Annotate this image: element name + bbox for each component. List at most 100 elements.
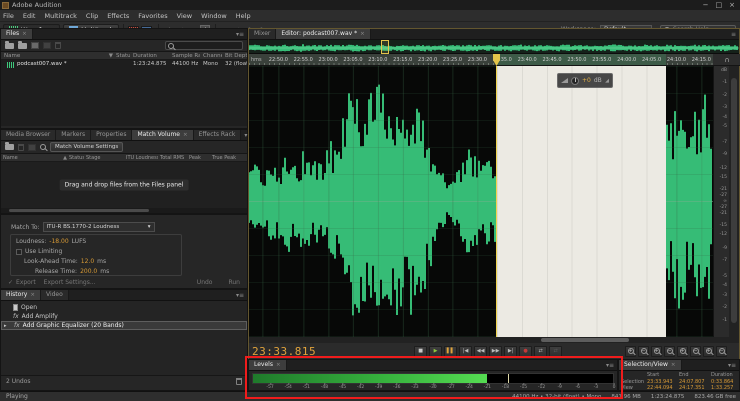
- waveform-selection[interactable]: [497, 66, 665, 337]
- close-icon[interactable]: ×: [183, 130, 188, 140]
- lookahead-value[interactable]: 12.0: [81, 258, 94, 265]
- scrollbar-thumb[interactable]: [541, 338, 629, 342]
- insert-into-multitrack-icon[interactable]: [43, 42, 51, 49]
- skip-to-start-button[interactable]: |◀: [459, 346, 472, 357]
- close-icon[interactable]: ×: [30, 290, 35, 300]
- run-button[interactable]: Run: [228, 279, 240, 286]
- match-column-header[interactable]: ITU Loudness: [124, 154, 158, 161]
- menu-edit[interactable]: Edit: [23, 12, 36, 20]
- export-check-icon[interactable]: ✓: [8, 279, 13, 286]
- tab-video[interactable]: Video: [41, 290, 69, 300]
- zoom-in-horizontal-button[interactable]: +: [651, 346, 662, 357]
- files-column-header[interactable]: Sample Rate: [169, 52, 200, 59]
- hud-pin-icon[interactable]: ◢: [605, 78, 609, 84]
- tab-mixer[interactable]: Mixer: [249, 29, 276, 39]
- zoom-in-vertical-button[interactable]: +: [677, 346, 688, 357]
- close-icon[interactable]: ×: [276, 360, 281, 370]
- stop-button[interactable]: ■: [414, 346, 427, 357]
- files-column-header[interactable]: Bit Depth: [222, 52, 247, 59]
- panel-menu-icon[interactable]: ▾≡: [233, 29, 247, 39]
- waveform-display[interactable]: +0 dB ◢: [249, 66, 713, 337]
- files-column-header[interactable]: Status: [113, 52, 130, 59]
- menu-window[interactable]: Window: [201, 12, 227, 20]
- preview-icon[interactable]: [40, 144, 46, 150]
- match-column-headers[interactable]: Name ▲StatusStageITU LoudnessTotal RMSPe…: [1, 154, 247, 162]
- menu-help[interactable]: Help: [236, 12, 251, 20]
- delete-file-icon[interactable]: [55, 42, 61, 49]
- hud-value[interactable]: +0: [582, 77, 591, 84]
- loudness-value[interactable]: -18.00: [49, 238, 68, 245]
- remove-files-icon[interactable]: [18, 144, 24, 151]
- loop-playback-button[interactable]: ⇄: [534, 346, 547, 357]
- match-column-header[interactable]: Name ▲: [1, 154, 67, 161]
- match-column-header[interactable]: True Peak: [210, 154, 247, 161]
- tab-editor[interactable]: Editor: podcast007.wav *×: [276, 29, 370, 39]
- tab-levels[interactable]: Levels ×: [249, 360, 287, 370]
- add-files-icon[interactable]: [5, 144, 14, 150]
- view-indicator[interactable]: [381, 40, 389, 54]
- ruler-options-icon[interactable]: ∩: [713, 54, 740, 66]
- panel-menu-icon[interactable]: ≡: [728, 29, 739, 39]
- undo-button[interactable]: Undo: [197, 279, 213, 286]
- clear-history-icon[interactable]: [236, 378, 242, 385]
- menu-effects[interactable]: Effects: [107, 12, 129, 20]
- match-column-header[interactable]: Status: [67, 154, 84, 161]
- playhead-handle[interactable]: [493, 54, 500, 66]
- match-to-dropdown[interactable]: ITU-R BS.1770-2 Loudness ▾: [43, 222, 155, 232]
- time-display[interactable]: 23:33.815: [252, 345, 316, 358]
- match-volume-settings-button[interactable]: Match Volume Settings: [50, 142, 123, 152]
- skip-selection-button[interactable]: ⇄: [549, 346, 562, 357]
- files-search-input[interactable]: [165, 41, 243, 50]
- menu-view[interactable]: View: [177, 12, 192, 20]
- zoom-out-horizontal-button[interactable]: −: [664, 346, 675, 357]
- history-item[interactable]: Open: [1, 303, 247, 312]
- close-icon[interactable]: ×: [22, 29, 27, 39]
- skip-to-end-button[interactable]: ▶|: [504, 346, 517, 357]
- fast-forward-button[interactable]: ▶▶: [489, 346, 502, 357]
- export-settings-button[interactable]: Export Settings...: [44, 279, 96, 286]
- media-browser-icon[interactable]: [31, 42, 39, 49]
- tab-match-volume[interactable]: Match Volume×: [132, 130, 193, 140]
- match-column-header[interactable]: Stage: [84, 154, 124, 161]
- tab-history[interactable]: History×: [1, 290, 41, 300]
- volume-hud[interactable]: +0 dB ◢: [557, 73, 613, 88]
- playhead[interactable]: [496, 66, 497, 337]
- files-column-header[interactable]: Name ▼: [1, 52, 113, 59]
- timeline-ruler[interactable]: hms 22:50.022:55.023:00.023:05.023:10.02…: [249, 54, 713, 66]
- minimize-button[interactable]: −: [703, 1, 709, 10]
- zoom-selection-button[interactable]: +: [703, 346, 714, 357]
- play-button[interactable]: ▶: [429, 346, 442, 357]
- menu-favorites[interactable]: Favorites: [138, 12, 167, 20]
- close-icon[interactable]: ×: [360, 29, 365, 39]
- zoom-out-vertical-button[interactable]: −: [690, 346, 701, 357]
- pause-button[interactable]: ▌▌: [444, 346, 457, 357]
- open-file-icon[interactable]: [5, 43, 14, 49]
- tab-media-browser[interactable]: Media Browser: [1, 130, 56, 140]
- close-icon[interactable]: ×: [671, 360, 676, 370]
- menu-clip[interactable]: Clip: [86, 12, 98, 20]
- import-file-icon[interactable]: [18, 43, 27, 49]
- scrollbar-thumb[interactable]: [9, 209, 149, 212]
- menu-file[interactable]: File: [3, 12, 14, 20]
- use-limiting-checkbox[interactable]: [16, 249, 22, 255]
- match-column-header[interactable]: Total RMS: [158, 154, 187, 161]
- vertical-scrollbar[interactable]: [729, 66, 739, 337]
- files-column-header[interactable]: Duration: [130, 52, 169, 59]
- match-horizontal-scrollbar[interactable]: [1, 208, 247, 213]
- panel-menu-icon[interactable]: ▾≡: [725, 360, 739, 370]
- maximize-button[interactable]: □: [716, 1, 723, 10]
- close-button[interactable]: ×: [729, 1, 735, 10]
- file-row[interactable]: podcast007.wav *1:23:24.87544100 HzMono3…: [1, 60, 247, 69]
- volume-knob[interactable]: [571, 77, 579, 85]
- panel-menu-icon[interactable]: ▾≡: [603, 360, 617, 370]
- zoom-out-button[interactable]: −: [638, 346, 649, 357]
- files-column-header[interactable]: Channels: [200, 52, 222, 59]
- overview-navigator[interactable]: [249, 40, 739, 54]
- zoom-full-button[interactable]: −: [716, 346, 727, 357]
- menu-multitrack[interactable]: Multitrack: [44, 12, 76, 20]
- tab-markers[interactable]: Markers: [56, 130, 91, 140]
- history-item[interactable]: fxAdd Amplify: [1, 312, 247, 321]
- record-button[interactable]: ●: [519, 346, 532, 357]
- match-column-header[interactable]: Peak: [187, 154, 210, 161]
- amplitude-ruler[interactable]: dB-1-1-2-2-3-3-4-4-5-5-7-7-9-9-12-12-15-…: [713, 66, 729, 337]
